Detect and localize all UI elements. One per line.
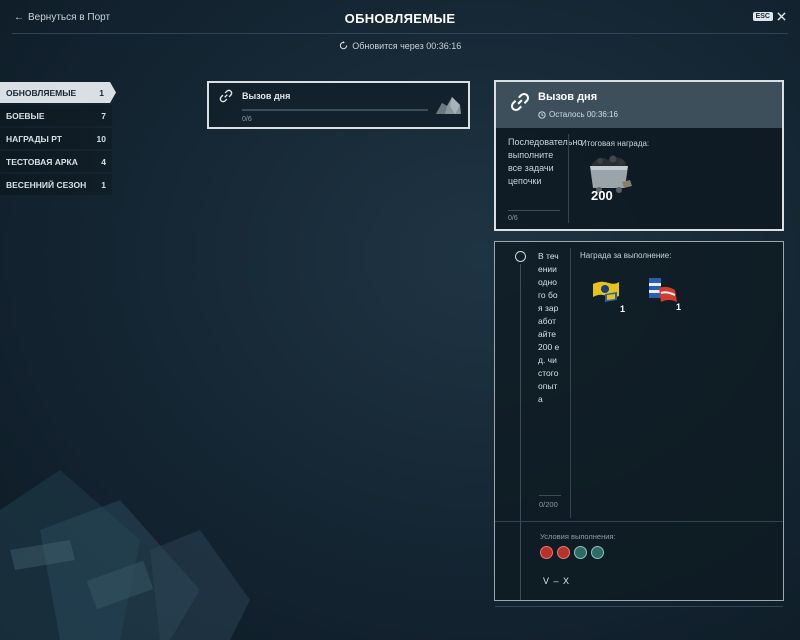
- task-status-circle-icon: [515, 251, 526, 262]
- condition-icons: [540, 546, 604, 559]
- task-progress-bar: [539, 495, 561, 496]
- sidebar-item-updatable[interactable]: ОБНОВЛЯЕМЫЕ 1: [0, 82, 116, 103]
- challenge-card[interactable]: Вызов дня 0/6: [207, 81, 470, 129]
- flag-blue-red-graphic: [649, 278, 677, 302]
- detail-title: Вызов дня: [538, 91, 598, 103]
- task-progress-text: 0/200: [539, 500, 558, 509]
- detail-progress-bar: [508, 210, 560, 211]
- detail-description: Последовательно выполните все задачи цеп…: [508, 137, 583, 186]
- sidebar-item-count: 7: [101, 110, 106, 121]
- detail-progress-text: 0/6: [508, 215, 518, 222]
- task-panel: В течении одного боя заработайте 200 ед.…: [494, 241, 784, 607]
- reward-count: 1: [619, 304, 625, 314]
- conditions-label: Условия выполнения:: [540, 532, 616, 541]
- destroyer-icon[interactable]: [574, 546, 587, 559]
- tier-range: V – X: [543, 576, 571, 586]
- chain-link-icon: [510, 92, 530, 112]
- sidebar-item-combat[interactable]: БОЕВЫЕ 7: [0, 105, 112, 126]
- panel-bottom-divider: [495, 606, 783, 607]
- close-button[interactable]: ESC: [752, 12, 786, 21]
- esc-key-label: ESC: [752, 12, 773, 21]
- sidebar-item-spring-season[interactable]: ВЕСЕННИЙ СЕЗОН 1: [0, 174, 112, 195]
- reward-count: 1: [675, 302, 681, 312]
- cruiser-icon[interactable]: [557, 546, 570, 559]
- flag-yellow-graphic: [593, 281, 619, 302]
- background-scenery-image: [0, 470, 250, 640]
- challenge-detail-panel: Вызов дня Осталось 00:36:16 Последовател…: [494, 80, 784, 231]
- page-title: ОБНОВЛЯЕМЫЕ: [344, 11, 456, 26]
- refresh-text: Обновится через 00:36:16: [352, 41, 462, 51]
- time-left: Осталось 00:36:16: [538, 110, 618, 119]
- challenge-progress-text: 0/6: [242, 116, 252, 123]
- category-sidebar: ОБНОВЛЯЕМЫЕ 1 БОЕВЫЕ 7 НАГРАДЫ РТ 10 ТЕС…: [0, 82, 116, 197]
- sidebar-item-label: ОБНОВЛЯЕМЫЕ: [6, 87, 77, 98]
- detail-divider: [568, 134, 569, 223]
- challenge-progress-bar: [242, 109, 428, 111]
- task-divider: [570, 248, 571, 518]
- sidebar-item-test-arc[interactable]: ТЕСТОВАЯ АРКА 4: [0, 151, 112, 172]
- clock-icon: [538, 110, 546, 119]
- sidebar-item-count: 4: [101, 156, 106, 167]
- refresh-timer: Обновится через 00:36:16: [0, 41, 800, 51]
- sidebar-item-count: 1: [101, 179, 106, 190]
- final-reward-amount: 200: [591, 188, 613, 203]
- sidebar-item-rt-rewards[interactable]: НАГРАДЫ РТ 10: [0, 128, 112, 149]
- refresh-icon: [339, 41, 347, 50]
- final-reward-label: Итоговая награда:: [581, 139, 650, 148]
- sidebar-item-label: НАГРАДЫ РТ: [6, 133, 62, 144]
- sidebar-item-count: 1: [99, 87, 104, 98]
- challenge-card-title: Вызов дня: [242, 91, 291, 101]
- sidebar-item-label: БОЕВЫЕ: [6, 110, 45, 121]
- signal-flag-yellow-icon[interactable]: 1: [591, 278, 625, 314]
- signal-flag-blue-red-icon[interactable]: 1: [647, 276, 681, 312]
- battleship-icon[interactable]: [540, 546, 553, 559]
- task-conditions-divider: [495, 521, 783, 522]
- coal-icon: [436, 97, 461, 114]
- aircraft-carrier-icon[interactable]: [591, 546, 604, 559]
- time-left-text: Осталось 00:36:16: [549, 110, 618, 119]
- chain-link-icon: [219, 89, 233, 103]
- sidebar-item-count: 10: [96, 133, 106, 144]
- sidebar-item-label: ВЕСЕННИЙ СЕЗОН: [6, 179, 87, 190]
- task-description: В течении одного боя заработайте 200 ед.…: [538, 251, 560, 404]
- detail-header: Вызов дня Осталось 00:36:16: [496, 82, 782, 128]
- header-divider: [12, 33, 788, 34]
- task-reward-label: Награда за выполнение:: [580, 251, 672, 260]
- task-chain-line: [520, 264, 521, 600]
- sidebar-item-label: ТЕСТОВАЯ АРКА: [6, 156, 78, 167]
- close-icon: [777, 12, 786, 21]
